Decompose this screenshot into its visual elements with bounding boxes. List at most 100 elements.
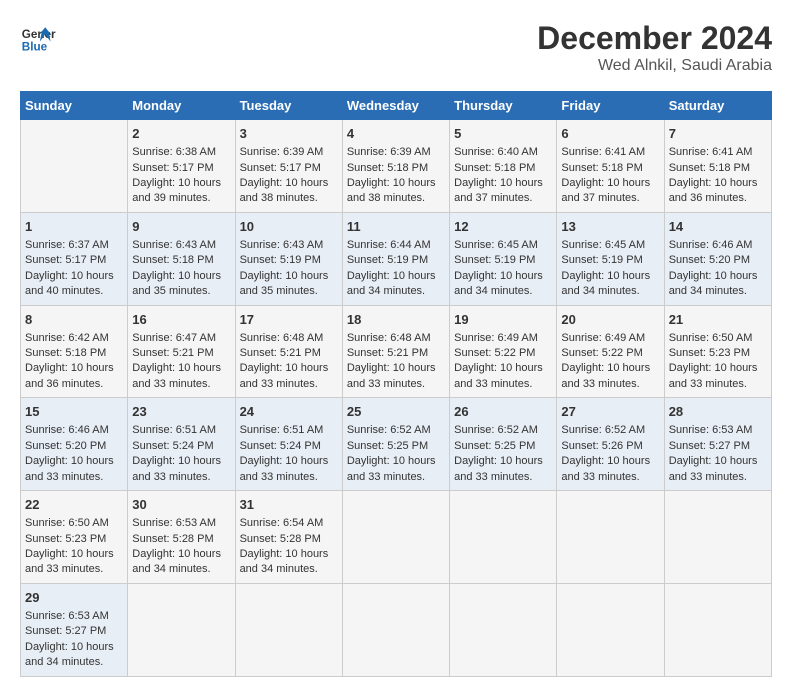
calendar-table: SundayMondayTuesdayWednesdayThursdayFrid… bbox=[20, 91, 772, 677]
day-number: 3 bbox=[240, 125, 338, 143]
calendar-day-cell: 18Sunrise: 6:48 AMSunset: 5:21 PMDayligh… bbox=[342, 305, 449, 398]
logo-icon: General Blue bbox=[20, 20, 56, 56]
day-of-week-header: Tuesday bbox=[235, 92, 342, 120]
day-number: 29 bbox=[25, 589, 123, 607]
day-info: Sunrise: 6:43 AMSunset: 5:19 PMDaylight:… bbox=[240, 239, 329, 297]
day-number: 21 bbox=[669, 311, 767, 329]
calendar-day-cell: 17 Sunrise: 6:48 AMSunset: 5:21 PMDayligh… bbox=[235, 305, 342, 398]
day-number: 4 bbox=[347, 125, 445, 143]
calendar-day-cell: 5 Sunrise: 6:40 AMSunset: 5:18 PMDaylight… bbox=[450, 120, 557, 213]
day-info: Sunrise: 6:40 AMSunset: 5:18 PMDaylight:… bbox=[454, 146, 543, 204]
day-number: 19 bbox=[454, 311, 552, 329]
day-number: 9 bbox=[132, 218, 230, 236]
day-number: 22 bbox=[25, 496, 123, 514]
day-info: Sunrise: 6:39 AMSunset: 5:17 PMDaylight:… bbox=[240, 146, 329, 204]
calendar-day-cell: 20 Sunrise: 6:49 AMSunset: 5:22 PMDayligh… bbox=[557, 305, 664, 398]
calendar-week-row: 1 Sunrise: 6:37 AMSunset: 5:17 PMDaylight… bbox=[21, 212, 772, 305]
day-info: Sunrise: 6:43 AMSunset: 5:18 PMDaylight:… bbox=[132, 239, 221, 297]
calendar-day-cell: 2 Sunrise: 6:38 AMSunset: 5:17 PMDaylight… bbox=[128, 120, 235, 213]
day-number: 24 bbox=[240, 403, 338, 421]
day-number: 1 bbox=[25, 218, 123, 236]
day-info: Sunrise: 6:38 AMSunset: 5:17 PMDaylight:… bbox=[132, 146, 221, 204]
calendar-week-row: 29Sunrise: 6:53 AMSunset: 5:27 PMDayligh… bbox=[21, 583, 772, 676]
day-info: Sunrise: 6:41 AMSunset: 5:18 PMDaylight:… bbox=[669, 146, 758, 204]
calendar-day-cell: 12 Sunrise: 6:45 AMSunset: 5:19 PMDayligh… bbox=[450, 212, 557, 305]
calendar-day-cell: 11 Sunrise: 6:44 AMSunset: 5:19 PMDayligh… bbox=[342, 212, 449, 305]
calendar-day-cell bbox=[342, 583, 449, 676]
day-number: 2 bbox=[132, 125, 230, 143]
day-info: Sunrise: 6:48 AMSunset: 5:21 PMDaylight:… bbox=[347, 332, 436, 390]
day-number: 16 bbox=[132, 311, 230, 329]
day-number: 6 bbox=[561, 125, 659, 143]
calendar-day-cell bbox=[128, 583, 235, 676]
calendar-week-row: 8 Sunrise: 6:42 AMSunset: 5:18 PMDaylight… bbox=[21, 305, 772, 398]
day-info: Sunrise: 6:47 AMSunset: 5:21 PMDaylight:… bbox=[132, 332, 221, 390]
day-number: 5 bbox=[454, 125, 552, 143]
calendar-day-cell: 1 Sunrise: 6:37 AMSunset: 5:17 PMDaylight… bbox=[21, 212, 128, 305]
calendar-day-cell: 14Sunrise: 6:46 AMSunset: 5:20 PMDayligh… bbox=[664, 212, 771, 305]
calendar-day-cell bbox=[450, 583, 557, 676]
day-info: Sunrise: 6:46 AMSunset: 5:20 PMDaylight:… bbox=[669, 239, 758, 297]
day-info: Sunrise: 6:45 AMSunset: 5:19 PMDaylight:… bbox=[454, 239, 543, 297]
calendar-day-cell: 28 Sunrise: 6:53 AMSunset: 5:27 PMDayligh… bbox=[664, 398, 771, 491]
calendar-day-cell: 19Sunrise: 6:49 AMSunset: 5:22 PMDayligh… bbox=[450, 305, 557, 398]
day-number: 28 bbox=[669, 403, 767, 421]
day-number: 23 bbox=[132, 403, 230, 421]
calendar-day-cell bbox=[664, 583, 771, 676]
calendar-day-cell: 4Sunrise: 6:39 AMSunset: 5:18 PMDaylight… bbox=[342, 120, 449, 213]
calendar-day-cell: 13 Sunrise: 6:45 AMSunset: 5:19 PMDayligh… bbox=[557, 212, 664, 305]
calendar-day-cell: 7 Sunrise: 6:41 AMSunset: 5:18 PMDaylight… bbox=[664, 120, 771, 213]
day-number: 26 bbox=[454, 403, 552, 421]
calendar-day-cell: 6 Sunrise: 6:41 AMSunset: 5:18 PMDaylight… bbox=[557, 120, 664, 213]
day-number: 20 bbox=[561, 311, 659, 329]
day-number: 17 bbox=[240, 311, 338, 329]
logo: General Blue bbox=[20, 20, 56, 56]
day-number: 27 bbox=[561, 403, 659, 421]
day-info: Sunrise: 6:37 AMSunset: 5:17 PMDaylight:… bbox=[25, 239, 114, 297]
day-info: Sunrise: 6:41 AMSunset: 5:18 PMDaylight:… bbox=[561, 146, 650, 204]
day-info: Sunrise: 6:53 AMSunset: 5:28 PMDaylight:… bbox=[132, 517, 221, 575]
calendar-day-cell: 29Sunrise: 6:53 AMSunset: 5:27 PMDayligh… bbox=[21, 583, 128, 676]
day-info: Sunrise: 6:45 AMSunset: 5:19 PMDaylight:… bbox=[561, 239, 650, 297]
calendar-week-row: 2 Sunrise: 6:38 AMSunset: 5:17 PMDaylight… bbox=[21, 120, 772, 213]
page-subtitle: Wed Alnkil, Saudi Arabia bbox=[537, 57, 772, 75]
calendar-day-cell: 8 Sunrise: 6:42 AMSunset: 5:18 PMDaylight… bbox=[21, 305, 128, 398]
day-info: Sunrise: 6:51 AMSunset: 5:24 PMDaylight:… bbox=[132, 424, 221, 482]
calendar-day-cell: 15Sunrise: 6:46 AMSunset: 5:20 PMDayligh… bbox=[21, 398, 128, 491]
day-info: Sunrise: 6:50 AMSunset: 5:23 PMDaylight:… bbox=[25, 517, 114, 575]
calendar-day-cell: 21Sunrise: 6:50 AMSunset: 5:23 PMDayligh… bbox=[664, 305, 771, 398]
calendar-day-cell: 16 Sunrise: 6:47 AMSunset: 5:21 PMDayligh… bbox=[128, 305, 235, 398]
calendar-day-cell: 22 Sunrise: 6:50 AMSunset: 5:23 PMDayligh… bbox=[21, 491, 128, 584]
day-info: Sunrise: 6:52 AMSunset: 5:26 PMDaylight:… bbox=[561, 424, 650, 482]
calendar-day-cell: 27 Sunrise: 6:52 AMSunset: 5:26 PMDayligh… bbox=[557, 398, 664, 491]
day-info: Sunrise: 6:42 AMSunset: 5:18 PMDaylight:… bbox=[25, 332, 114, 390]
calendar-day-cell: 9 Sunrise: 6:43 AMSunset: 5:18 PMDaylight… bbox=[128, 212, 235, 305]
day-number: 13 bbox=[561, 218, 659, 236]
day-number: 8 bbox=[25, 311, 123, 329]
calendar-day-cell: 25Sunrise: 6:52 AMSunset: 5:25 PMDayligh… bbox=[342, 398, 449, 491]
calendar-day-cell bbox=[664, 491, 771, 584]
day-of-week-header: Sunday bbox=[21, 92, 128, 120]
day-number: 15 bbox=[25, 403, 123, 421]
day-info: Sunrise: 6:53 AMSunset: 5:27 PMDaylight:… bbox=[669, 424, 758, 482]
calendar-day-cell: 3 Sunrise: 6:39 AMSunset: 5:17 PMDaylight… bbox=[235, 120, 342, 213]
day-info: Sunrise: 6:52 AMSunset: 5:25 PMDaylight:… bbox=[454, 424, 543, 482]
calendar-day-cell bbox=[21, 120, 128, 213]
day-info: Sunrise: 6:49 AMSunset: 5:22 PMDaylight:… bbox=[561, 332, 650, 390]
calendar-day-cell bbox=[557, 491, 664, 584]
day-number: 12 bbox=[454, 218, 552, 236]
calendar-day-cell bbox=[450, 491, 557, 584]
day-info: Sunrise: 6:52 AMSunset: 5:25 PMDaylight:… bbox=[347, 424, 436, 482]
svg-text:Blue: Blue bbox=[22, 41, 48, 54]
calendar-day-cell bbox=[557, 583, 664, 676]
day-number: 7 bbox=[669, 125, 767, 143]
day-number: 10 bbox=[240, 218, 338, 236]
day-number: 31 bbox=[240, 496, 338, 514]
day-number: 11 bbox=[347, 218, 445, 236]
day-info: Sunrise: 6:44 AMSunset: 5:19 PMDaylight:… bbox=[347, 239, 436, 297]
calendar-header-row: SundayMondayTuesdayWednesdayThursdayFrid… bbox=[21, 92, 772, 120]
calendar-day-cell bbox=[235, 583, 342, 676]
calendar-day-cell: 23 Sunrise: 6:51 AMSunset: 5:24 PMDayligh… bbox=[128, 398, 235, 491]
day-of-week-header: Friday bbox=[557, 92, 664, 120]
day-info: Sunrise: 6:48 AMSunset: 5:21 PMDaylight:… bbox=[240, 332, 329, 390]
